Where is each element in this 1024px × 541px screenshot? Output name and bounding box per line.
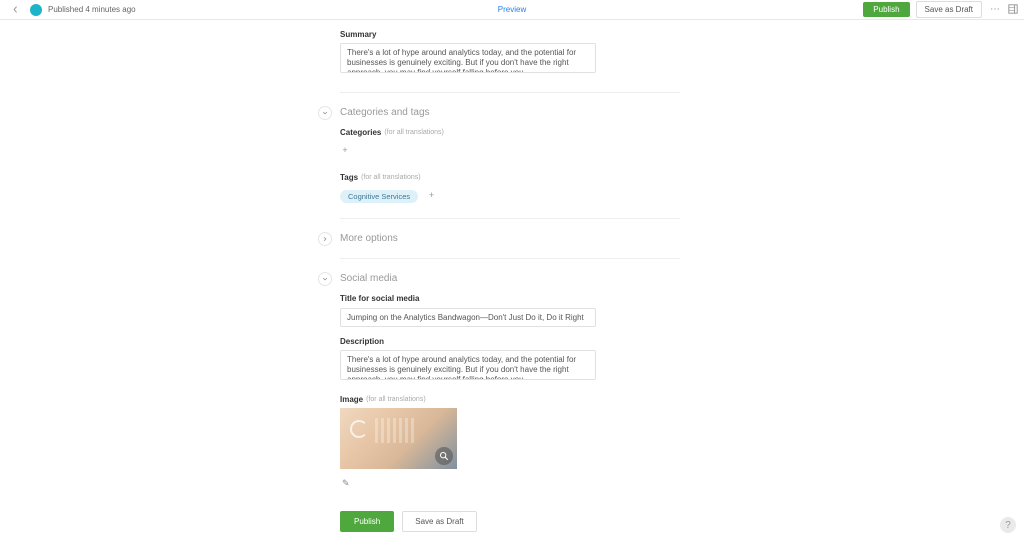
social-image-hint: (for all translations): [366, 396, 426, 403]
add-tag-button[interactable]: +: [427, 190, 437, 200]
chevron-down-icon[interactable]: [318, 272, 332, 286]
summary-textarea[interactable]: [340, 43, 596, 73]
social-title-input[interactable]: [340, 308, 596, 327]
social-image-label-text: Image: [340, 395, 363, 404]
top-bar: Published 4 minutes ago Preview Publish …: [0, 0, 1024, 20]
add-category-button[interactable]: +: [340, 145, 350, 155]
help-icon[interactable]: ?: [1000, 517, 1016, 533]
side-panel-toggle-icon[interactable]: [1008, 1, 1018, 19]
tags-hint: (for all translations): [361, 174, 421, 181]
publish-button[interactable]: Publish: [340, 511, 394, 532]
avatar[interactable]: [30, 4, 42, 16]
publish-status: Published 4 minutes ago: [48, 5, 136, 14]
section-title-more-options: More options: [340, 233, 398, 244]
section-title-categories-tags: Categories and tags: [340, 107, 430, 118]
divider: [340, 218, 680, 219]
save-draft-button-top[interactable]: Save as Draft: [916, 1, 982, 18]
magnify-icon[interactable]: [435, 447, 453, 465]
save-draft-button[interactable]: Save as Draft: [402, 511, 476, 532]
section-title-social-media: Social media: [340, 273, 397, 284]
divider: [340, 92, 680, 93]
categories-label-text: Categories: [340, 128, 381, 137]
chevron-down-icon[interactable]: [318, 106, 332, 120]
social-description-label: Description: [340, 337, 998, 346]
preview-link[interactable]: Preview: [498, 5, 526, 14]
publish-button-top[interactable]: Publish: [863, 2, 909, 17]
summary-label: Summary: [340, 30, 998, 39]
social-title-label: Title for social media: [340, 294, 998, 303]
chevron-right-icon[interactable]: [318, 232, 332, 246]
tags-label-text: Tags: [340, 173, 358, 182]
tags-label: Tags (for all translations): [340, 173, 998, 182]
categories-label: Categories (for all translations): [340, 128, 998, 137]
more-icon[interactable]: ⋯: [988, 4, 1002, 15]
edit-image-icon[interactable]: ✎: [342, 478, 350, 488]
categories-hint: (for all translations): [384, 129, 444, 136]
editor-content: Summary Categories and tags Categories (…: [318, 20, 998, 532]
back-button[interactable]: [8, 3, 22, 17]
divider: [340, 258, 680, 259]
social-description-textarea[interactable]: [340, 350, 596, 380]
social-image-label: Image (for all translations): [340, 395, 998, 404]
social-image-thumbnail[interactable]: [340, 408, 457, 469]
tag-pill[interactable]: Cognitive Services: [340, 190, 418, 203]
